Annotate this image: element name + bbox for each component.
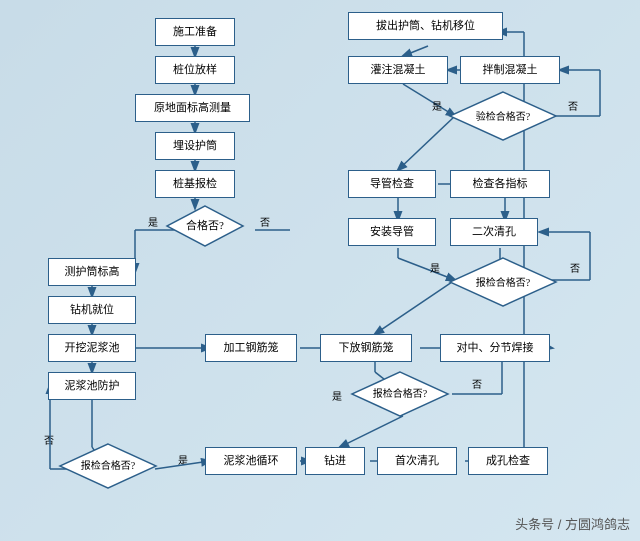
- svg-text:否: 否: [44, 435, 54, 447]
- box-guanzhu-hundingtu: 灌注混凝土: [348, 56, 448, 84]
- flowchart-container: 是 否 否 是 否 是: [0, 0, 640, 541]
- diamond-baojian-d4: 报检合格否?: [350, 370, 450, 418]
- box-duizhong-hanjie: 对中、分节焊接: [440, 334, 550, 362]
- box-maishe-hujin: 埋设护筒: [155, 132, 235, 160]
- diamond-baojian-d3: 报检合格否?: [448, 256, 558, 308]
- svg-text:是: 是: [432, 101, 442, 113]
- box-nijiangchi-baohu: 泥浆池防护: [48, 372, 136, 400]
- box-jiagong-gangjinlong: 加工钢筋笼: [205, 334, 297, 362]
- box-jiancha-gezhib: 检查各指标: [450, 170, 550, 198]
- svg-text:验检合格否?: 验检合格否?: [476, 110, 531, 123]
- box-bachi-yidong: 拔出护筒、钻机移位: [348, 12, 503, 40]
- svg-text:报检合格否?: 报检合格否?: [373, 387, 428, 400]
- svg-text:是: 是: [178, 455, 188, 467]
- box-chenghong-jiancha: 成孔检查: [468, 447, 548, 475]
- svg-text:是: 是: [430, 263, 440, 275]
- box-hujin-biaoce: 测护筒标高: [48, 258, 136, 286]
- box-nijiangchi-xunhuan: 泥浆池循环: [205, 447, 297, 475]
- svg-text:否: 否: [570, 263, 580, 275]
- box-zuanjin: 钻进: [305, 447, 365, 475]
- svg-text:否: 否: [260, 217, 270, 229]
- diamond-baojian-d5: 报检合格否?: [58, 442, 158, 490]
- box-zhuangji-baojian: 桩基报检: [155, 170, 235, 198]
- box-banzhi-hundingtu: 拌制混凝土: [460, 56, 560, 84]
- box-kaijue-nijiangchi: 开挖泥浆池: [48, 334, 136, 362]
- svg-text:合格否?: 合格否?: [186, 218, 224, 232]
- svg-text:否: 否: [568, 101, 578, 113]
- box-erci-qingkong: 二次清孔: [450, 218, 538, 246]
- box-xiafang-gangjinlong: 下放钢筋笼: [320, 334, 412, 362]
- svg-text:否: 否: [472, 379, 482, 391]
- box-zuanji-jiuwei: 钻机就位: [48, 296, 136, 324]
- svg-text:是: 是: [148, 217, 158, 229]
- watermark: 头条号 / 方圆鸿鸽志: [515, 514, 630, 533]
- svg-text:报检合格否?: 报检合格否?: [476, 276, 531, 289]
- box-yuandi-biaoce: 原地面标高测量: [135, 94, 250, 122]
- diamond-yanjian-d2: 验检合格否?: [448, 90, 558, 142]
- svg-text:报检合格否?: 报检合格否?: [81, 459, 136, 472]
- svg-text:是: 是: [332, 391, 342, 403]
- box-daoguan-jiancha: 导管检查: [348, 170, 436, 198]
- box-shouciqingkong: 首次清孔: [377, 447, 457, 475]
- box-shigong-zhunbei: 施工准备: [155, 18, 235, 46]
- box-zhuiwei-fangyang: 桩位放样: [155, 56, 235, 84]
- box-anzhuang-daoguan: 安装导管: [348, 218, 436, 246]
- diamond-hege: 合格否?: [165, 204, 245, 248]
